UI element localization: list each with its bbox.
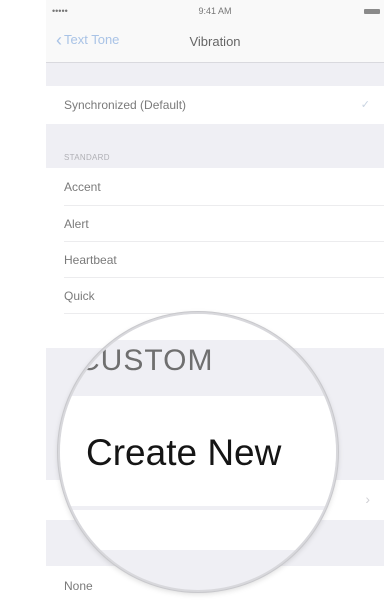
vibration-option-accent[interactable]: Accent bbox=[46, 168, 384, 206]
custom-section-header: CUSTOM bbox=[78, 344, 214, 377]
option-label: Heartbeat bbox=[64, 253, 117, 267]
standard-section-header: STANDARD bbox=[64, 153, 110, 162]
checkmark-icon: ✓ bbox=[360, 99, 370, 111]
partial-option-label: Ra bbox=[94, 318, 112, 334]
partial-row: Ra bbox=[60, 314, 336, 340]
option-label: Quick bbox=[64, 289, 95, 303]
synchronized-row[interactable]: Synchronized (Default) ✓ bbox=[46, 86, 384, 124]
status-bar: ••••• 9:41 AM bbox=[46, 0, 384, 22]
option-label: Accent bbox=[64, 180, 101, 194]
option-label: None bbox=[64, 579, 93, 593]
vibration-option-alert[interactable]: Alert bbox=[46, 206, 384, 242]
synchronized-label: Synchronized (Default) bbox=[64, 98, 187, 112]
status-time: 9:41 AM bbox=[198, 6, 232, 16]
navigation-bar: ‹ Text Tone Vibration bbox=[46, 22, 384, 63]
settings-screen: ••••• 9:41 AM ‹ Text Tone Vibration Synch… bbox=[46, 0, 384, 601]
vibration-option-quick[interactable]: Quick bbox=[46, 278, 384, 314]
vibration-option-heartbeat[interactable]: Heartbeat bbox=[46, 242, 384, 278]
list-row[interactable] bbox=[60, 510, 336, 550]
magnifier-lens: Ra CUSTOM Create New bbox=[58, 312, 338, 592]
chevron-right-icon: › bbox=[365, 491, 370, 507]
battery-icon bbox=[364, 9, 380, 14]
option-label: Alert bbox=[64, 217, 89, 231]
page-title: Vibration bbox=[189, 34, 241, 49]
create-new-label: Create New bbox=[86, 432, 282, 473]
